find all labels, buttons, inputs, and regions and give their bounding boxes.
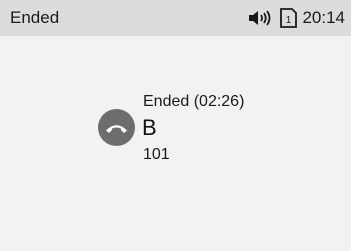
contact-number: 101 bbox=[143, 146, 170, 163]
speaker-volume-icon bbox=[249, 10, 271, 26]
sim-card-icon: 1 bbox=[280, 8, 298, 28]
hang-up-phone-icon bbox=[106, 125, 127, 133]
contact-name: B bbox=[142, 115, 157, 140]
status-bar-title: Ended bbox=[10, 8, 60, 27]
status-time: 20:14 bbox=[302, 8, 345, 27]
call-ended-screen: Ended 1 20:14 Ended (02:26) B 101 bbox=[0, 0, 351, 251]
status-bar: Ended 1 20:14 bbox=[0, 0, 351, 36]
call-ended-avatar bbox=[98, 109, 135, 146]
call-status-text: Ended (02:26) bbox=[143, 93, 245, 110]
status-indicators: 1 20:14 bbox=[248, 8, 345, 28]
sim-slot-label: 1 bbox=[286, 15, 292, 26]
